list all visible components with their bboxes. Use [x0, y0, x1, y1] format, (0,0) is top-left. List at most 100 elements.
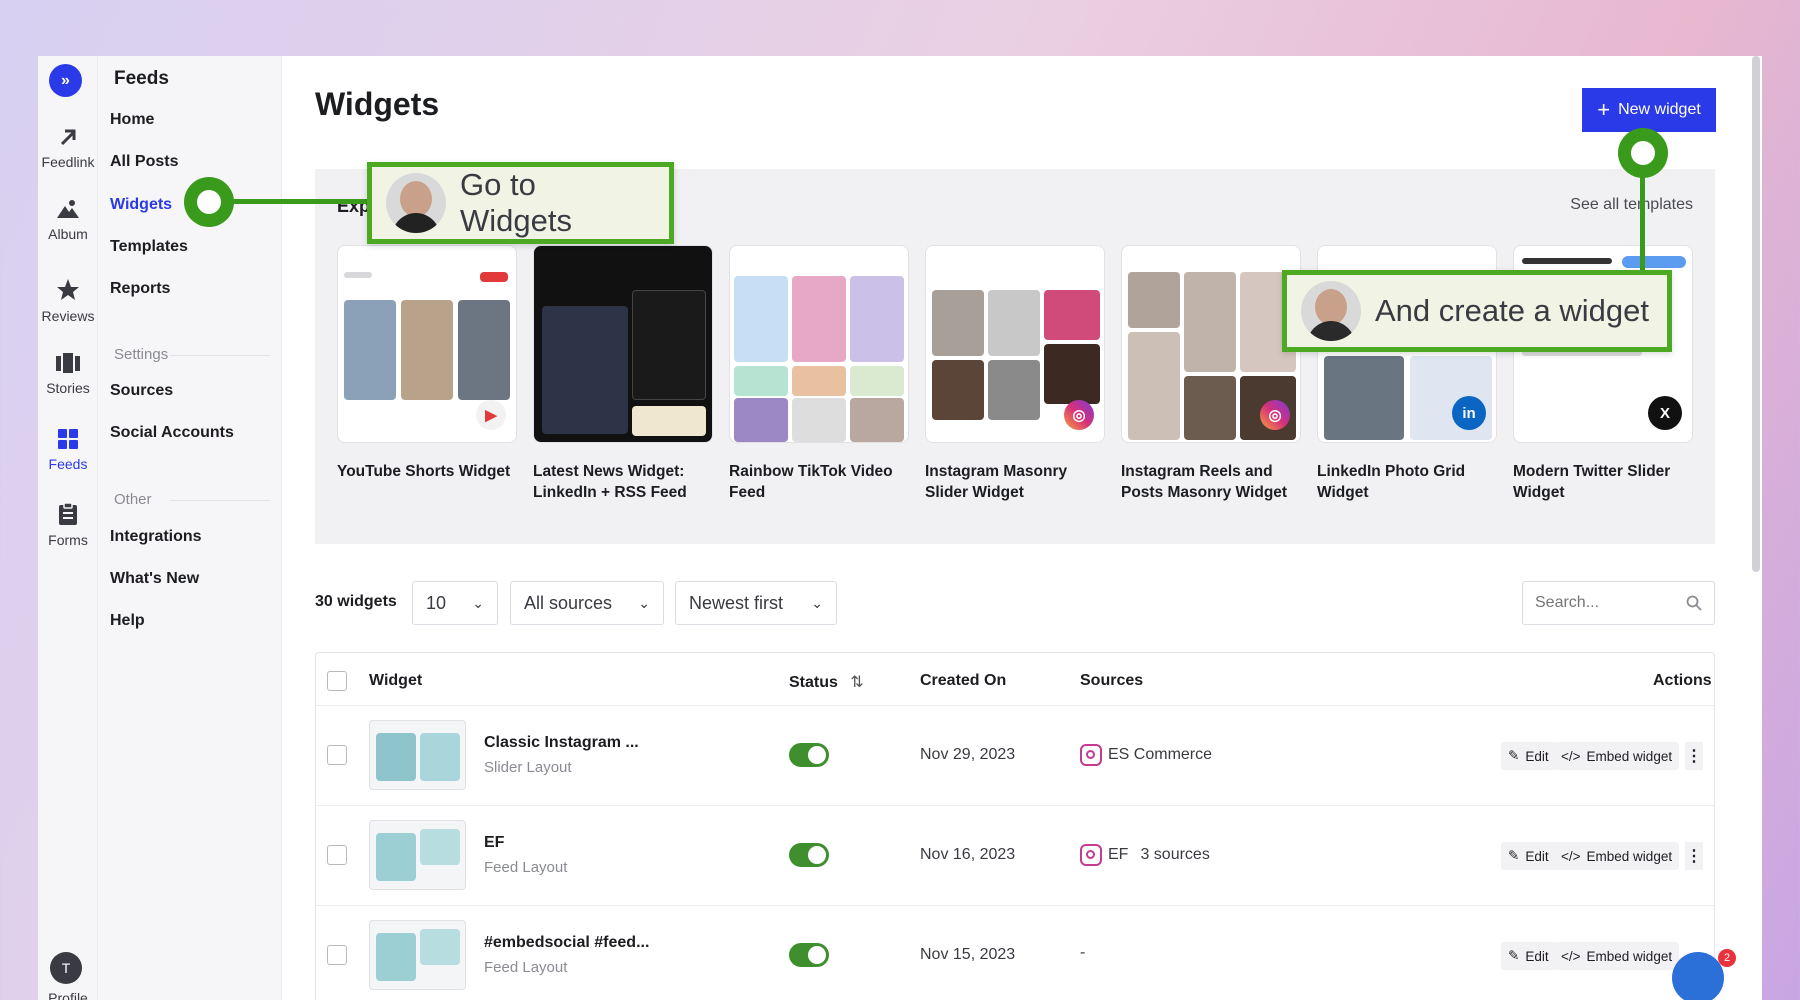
nav-help[interactable]: Help: [110, 612, 145, 630]
template-thumbnail: ◎: [1121, 245, 1301, 443]
more-actions-icon[interactable]: ⋮: [1685, 842, 1703, 870]
widget-thumbnail: [369, 820, 466, 890]
embed-label: Embed widget: [1586, 748, 1673, 764]
per-page-select[interactable]: 10 ⌄: [412, 581, 498, 625]
callout-text: And create a widget: [1375, 293, 1650, 328]
rail-item-album[interactable]: Album: [38, 198, 98, 242]
widget-name[interactable]: #embedsocial #feed...: [484, 934, 649, 952]
rail-label: Reviews: [41, 308, 95, 324]
edit-button[interactable]: ✎ Edit: [1501, 842, 1556, 870]
widget-thumbnail: [369, 920, 466, 990]
sources-select[interactable]: All sources ⌄: [510, 581, 664, 625]
embed-widget-button[interactable]: </> Embed widget: [1554, 742, 1680, 770]
nav-widgets[interactable]: Widgets: [110, 196, 172, 214]
widget-layout: Feed Layout: [484, 959, 568, 976]
template-caption: Rainbow TikTok Video Feed: [729, 463, 893, 501]
edit-button[interactable]: ✎ Edit: [1501, 742, 1556, 770]
rail-item-stories[interactable]: Stories: [38, 352, 98, 396]
nav-home[interactable]: Home: [110, 111, 154, 129]
nav-integrations[interactable]: Integrations: [110, 528, 202, 546]
presenter-avatar: [386, 173, 446, 233]
edit-icon: ✎: [1508, 848, 1520, 863]
rail-item-feeds[interactable]: Feeds: [38, 428, 98, 472]
col-created: Created On: [920, 672, 1007, 689]
search-box[interactable]: [1522, 581, 1715, 625]
code-icon: </>: [1561, 848, 1581, 864]
created-date: Nov 16, 2023: [920, 846, 1016, 863]
widget-name[interactable]: Classic Instagram ...: [484, 734, 639, 752]
template-card-instagram-reels[interactable]: ◎ Instagram Reels and Posts Masonry Widg…: [1121, 245, 1301, 503]
search-input[interactable]: [1535, 594, 1675, 612]
sort-select[interactable]: Newest first ⌄: [675, 581, 837, 625]
template-card-youtube-shorts[interactable]: ▶ YouTube Shorts Widget: [337, 245, 517, 482]
template-thumbnail: ▶: [337, 245, 517, 443]
nav-reports[interactable]: Reports: [110, 280, 170, 298]
source-name: EF: [1108, 846, 1129, 863]
more-actions-icon[interactable]: ⋮: [1685, 742, 1703, 770]
nav-templates[interactable]: Templates: [110, 238, 188, 256]
rail-label: Album: [48, 226, 88, 242]
status-toggle[interactable]: [789, 943, 829, 967]
widget-sources: ES Commerce: [1080, 744, 1212, 766]
source-name: ES Commerce: [1108, 746, 1213, 763]
nav-sources[interactable]: Sources: [110, 382, 173, 400]
arrow-up-right-icon: [60, 129, 76, 146]
scrollbar[interactable]: [1752, 56, 1760, 572]
row-checkbox[interactable]: [327, 845, 347, 865]
template-card-latest-news[interactable]: Latest News Widget: LinkedIn + RSS Feed: [533, 245, 713, 503]
created-date: Nov 29, 2023: [920, 746, 1016, 763]
col-status[interactable]: Status ⇅: [789, 672, 864, 692]
code-icon: </>: [1561, 948, 1581, 964]
edit-icon: ✎: [1508, 748, 1520, 763]
nav-title: Feeds: [114, 68, 169, 89]
status-toggle[interactable]: [789, 743, 829, 767]
template-thumbnail: [533, 245, 713, 443]
instagram-icon: [1080, 844, 1102, 866]
divider: [170, 355, 270, 356]
widget-layout: Feed Layout: [484, 859, 568, 876]
embed-label: Embed widget: [1586, 948, 1673, 964]
template-card-rainbow-tiktok[interactable]: Rainbow TikTok Video Feed: [729, 245, 909, 503]
rail-item-forms[interactable]: Forms: [38, 502, 98, 548]
rail-label: Feeds: [48, 456, 88, 472]
embed-widget-button[interactable]: </> Embed widget: [1554, 842, 1680, 870]
embed-widget-button[interactable]: </> Embed widget: [1554, 942, 1680, 970]
row-checkbox[interactable]: [327, 945, 347, 965]
profile-avatar[interactable]: T: [50, 952, 82, 984]
template-thumbnail: ◎: [925, 245, 1105, 443]
widget-layout: Slider Layout: [484, 759, 572, 776]
source-extra[interactable]: 3 sources: [1140, 846, 1209, 864]
chevron-down-icon: ⌄: [811, 594, 823, 611]
nav-social-accounts[interactable]: Social Accounts: [110, 424, 234, 442]
callout-create-widget: And create a widget: [1282, 270, 1672, 352]
rail-item-reviews[interactable]: Reviews: [38, 278, 98, 324]
callout-go-to-widgets: Go to Widgets: [367, 162, 674, 244]
template-caption: YouTube Shorts Widget: [337, 463, 511, 480]
select-all-checkbox[interactable]: [327, 671, 347, 691]
edit-label: Edit: [1525, 848, 1549, 864]
nav-all-posts[interactable]: All Posts: [110, 153, 178, 171]
widget-name[interactable]: EF: [484, 834, 504, 852]
chat-launcher-icon[interactable]: [1672, 952, 1724, 1000]
nav-whats-new[interactable]: What's New: [110, 570, 199, 588]
created-date: Nov 15, 2023: [920, 946, 1016, 963]
rail-label: Stories: [46, 380, 90, 396]
status-toggle[interactable]: [789, 843, 829, 867]
app-logo[interactable]: »: [49, 64, 82, 97]
see-all-templates-link[interactable]: See all templates: [1570, 196, 1693, 214]
per-page-value: 10: [426, 592, 447, 613]
rail-item-feedlink[interactable]: Feedlink: [38, 126, 98, 170]
x-twitter-icon: X: [1648, 396, 1682, 430]
template-card-instagram-masonry[interactable]: ◎ Instagram Masonry Slider Widget: [925, 245, 1105, 503]
edit-button[interactable]: ✎ Edit: [1501, 942, 1556, 970]
new-widget-button[interactable]: + New widget: [1582, 88, 1716, 132]
search-icon: [1686, 595, 1702, 611]
template-caption: Modern Twitter Slider Widget: [1513, 463, 1671, 501]
col-actions: Actions: [1653, 672, 1712, 689]
star-icon: [57, 279, 79, 300]
chevron-down-icon: ⌄: [638, 594, 650, 611]
template-caption: Instagram Masonry Slider Widget: [925, 463, 1068, 501]
row-checkbox[interactable]: [327, 745, 347, 765]
sort-value: Newest first: [689, 592, 784, 613]
rail-label: Feedlink: [41, 154, 95, 170]
